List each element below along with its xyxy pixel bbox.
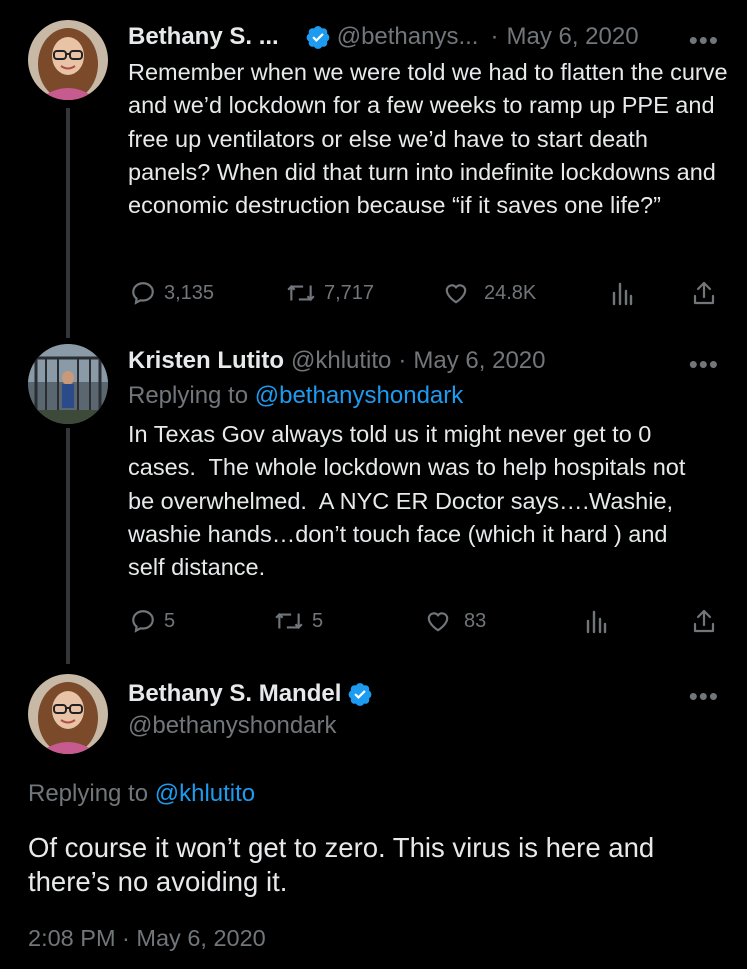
separator-dot: · [490, 23, 499, 50]
replying-prefix: Replying to [28, 780, 149, 807]
author-handle[interactable]: @bethanys... [337, 23, 479, 51]
replying-to-link[interactable]: @khlutito [155, 780, 255, 807]
verified-badge-icon [347, 681, 373, 707]
author-name[interactable]: Kristen Lutito [128, 347, 284, 375]
reply-button[interactable]: 3,135 [130, 278, 214, 308]
share-button[interactable] [692, 606, 716, 636]
views-button[interactable] [584, 606, 608, 636]
reply-icon [132, 610, 154, 633]
views-button[interactable] [610, 278, 634, 308]
tweet-header: Kristen Lutito @khlutito · May 6, 2020 [128, 344, 717, 378]
retweet-button[interactable]: 7,717 [286, 278, 374, 308]
like-count: 24.8K [484, 281, 537, 304]
avatar[interactable] [28, 20, 108, 100]
separator-dot: · [398, 347, 407, 374]
like-icon [427, 612, 449, 632]
retweet-button[interactable]: 5 [274, 606, 323, 636]
tweet-text: Of course it won’t get to zero. This vir… [28, 832, 655, 897]
retweet-icon [275, 613, 303, 629]
share-icon [693, 609, 715, 633]
like-count: 83 [464, 609, 487, 632]
share-button[interactable] [692, 278, 716, 308]
author-handle[interactable]: @bethanyshondark [128, 712, 337, 740]
reply-icon [132, 282, 154, 305]
tweet-date[interactable]: May 6, 2020 [413, 347, 545, 375]
avatar[interactable] [28, 344, 108, 424]
reply-count: 5 [164, 609, 176, 632]
reply-count: 3,135 [164, 281, 215, 304]
avatar[interactable] [28, 674, 108, 754]
views-icon [586, 610, 607, 634]
more-options-icon[interactable]: ••• [689, 683, 719, 709]
tweet-3-main[interactable]: Bethany S. Mandel @bethanyshondark ••• R… [0, 670, 747, 969]
like-icon [445, 284, 467, 304]
replying-to: Replying to @khlutito [28, 780, 255, 808]
verified-badge-icon [305, 24, 331, 50]
tweet-header: Bethany S. Mandel [128, 677, 717, 711]
retweet-icon [287, 285, 315, 301]
more-options-icon[interactable]: ••• [689, 351, 719, 377]
tweet-actions: 3,135 7,717 24.8K [128, 278, 720, 308]
more-options-icon[interactable]: ••• [689, 27, 719, 53]
retweet-count: 5 [312, 609, 324, 632]
like-button[interactable]: 83 [424, 606, 486, 636]
reply-button[interactable]: 5 [130, 606, 175, 636]
tweet-2[interactable]: Kristen Lutito @khlutito · May 6, 2020 •… [0, 340, 747, 670]
tweet-header: Bethany S. ... @bethanys... · May 6, 202… [128, 20, 717, 54]
tweet-text: In Texas Gov always told us it might nev… [128, 421, 692, 581]
tweet-1[interactable]: Bethany S. ... @bethanys... · May 6, 202… [0, 0, 747, 340]
replying-to-link[interactable]: @bethanyshondark [255, 382, 464, 409]
replying-prefix: Replying to [128, 382, 249, 409]
replying-to: Replying to @bethanyshondark [128, 382, 463, 410]
author-handle[interactable]: @khlutito [291, 347, 391, 375]
tweet-date[interactable]: May 6, 2020 [506, 23, 638, 51]
views-icon [612, 282, 633, 306]
tweet-actions: 5 5 83 [128, 606, 720, 636]
tweet-text: Remember when we were told we had to fla… [128, 59, 735, 219]
tweet-timestamp[interactable]: 2:08 PM · May 6, 2020 [28, 925, 266, 952]
retweet-count: 7,717 [324, 281, 375, 304]
like-button[interactable]: 24.8K [442, 278, 536, 308]
share-icon [693, 281, 715, 305]
author-name[interactable]: Bethany S. Mandel [128, 680, 341, 708]
author-name[interactable]: Bethany S. ... [128, 23, 279, 51]
